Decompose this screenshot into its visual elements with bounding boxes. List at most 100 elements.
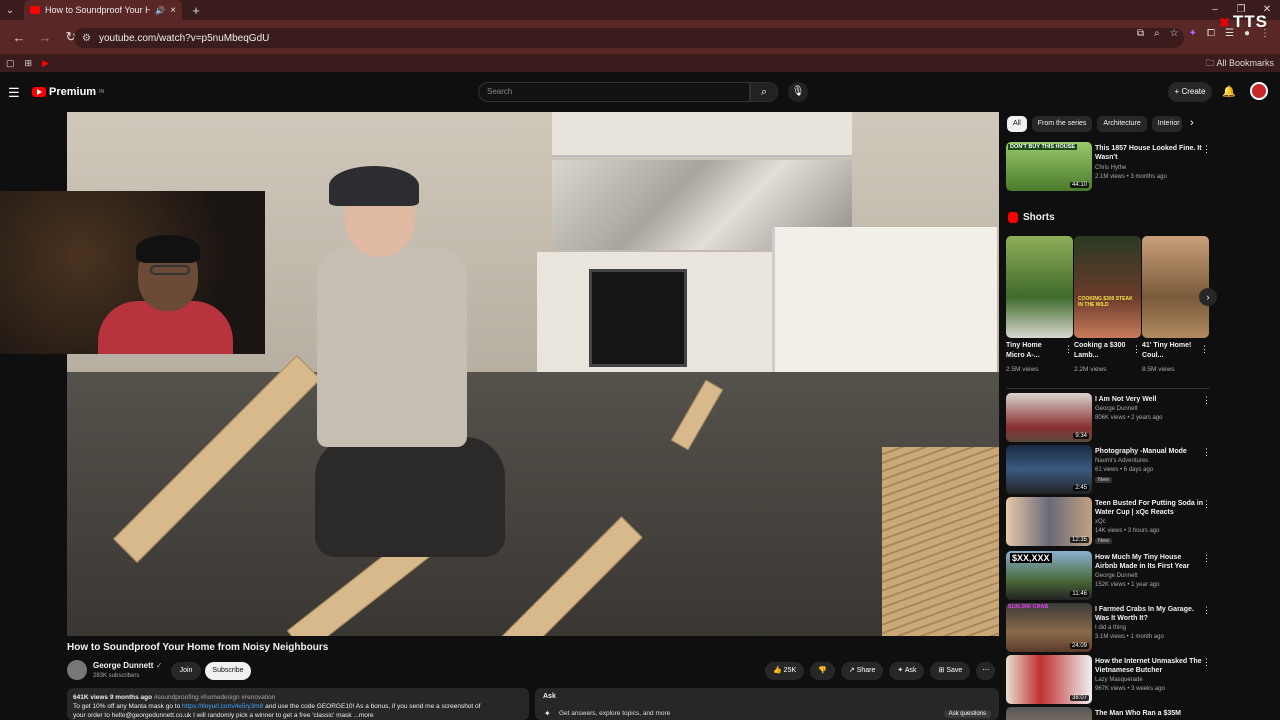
recommended-video[interactable]: DON'T BUY THIS HOUSE 44:10 This 1857 Hou… (1006, 142, 1266, 192)
more-options-icon[interactable]: ⋮ (1132, 344, 1141, 355)
speaker-icon[interactable]: 🔊 (155, 6, 165, 15)
mute-icon: ✖ (1218, 15, 1231, 30)
video-thumbnail (1006, 707, 1092, 720)
recommended-video[interactable]: 38:07 How the Internet Unmasked The Viet… (1006, 655, 1266, 705)
create-button[interactable]: + Create (1168, 82, 1212, 102)
more-actions-button[interactable]: ⋯ (976, 662, 996, 680)
apps-grid-icon[interactable]: ⊞ (25, 58, 33, 69)
share-button[interactable]: ↗ Share (840, 662, 884, 680)
subscribe-button[interactable]: Subscribe (205, 662, 251, 680)
all-bookmarks[interactable]: 🗀 All Bookmarks (1205, 54, 1274, 72)
site-info-icon[interactable]: ⚙ (82, 33, 91, 44)
more-icon: ⋯ (982, 667, 990, 674)
more-options-icon[interactable]: ⋮ (1202, 553, 1211, 564)
video-scene-plank-stack (882, 447, 999, 636)
tab-close-icon[interactable]: × (170, 5, 176, 16)
video-scene-floor (67, 372, 999, 636)
back-icon[interactable]: ← (6, 30, 32, 45)
more-options-icon[interactable]: ⋮ (1202, 499, 1211, 510)
video-duration: 9:34 (1073, 433, 1089, 439)
new-tab-button[interactable]: + (186, 3, 206, 18)
channel-avatar[interactable] (67, 660, 87, 680)
search-input[interactable]: Search (478, 82, 750, 102)
short-item[interactable]: COOKING $300 STEAK IN THE WILD Cooking a… (1074, 236, 1141, 373)
description-hashtags[interactable]: #soundproofing #homedesign #renovation (154, 694, 275, 701)
recommended-video[interactable]: 12:35 Teen Busted For Putting Soda in Wa… (1006, 497, 1266, 547)
channel-name: George Dunnett (1095, 406, 1138, 412)
video-duration: 38:07 (1069, 695, 1089, 701)
channel-name: George Dunnett (1095, 573, 1138, 579)
account-avatar[interactable] (1250, 82, 1268, 100)
voice-search-button[interactable]: 🎙 (788, 82, 808, 102)
channel-name[interactable]: George Dunnett ✓ (93, 661, 162, 670)
ask-button[interactable]: ✦ Ask (889, 662, 925, 680)
ask-label: Ask (904, 667, 917, 674)
more-options-icon[interactable]: ⋮ (1202, 144, 1211, 155)
short-item[interactable]: 41' Tiny Home! Coul... 8.5M views ⋮ (1142, 236, 1209, 373)
more-options-icon[interactable]: ⋮ (1202, 395, 1211, 406)
extension-icon[interactable]: ✦ (1189, 28, 1197, 39)
channel-name: xQc (1095, 519, 1106, 525)
more-options-icon[interactable]: ⋮ (1202, 605, 1211, 616)
more-options-icon[interactable]: ⋮ (1064, 344, 1073, 355)
youtube-header: ☰ Premium IN Search ⌕ 🎙 + Create 🔔 (0, 72, 1280, 112)
recommended-video[interactable]: 2:45 Photography -Manual Mode Naomi's Ad… (1006, 445, 1266, 495)
short-thumbnail: COOKING $300 STEAK IN THE WILD (1074, 236, 1141, 338)
cast-icon[interactable]: ⧉ (1137, 28, 1144, 39)
notifications-bell-icon[interactable]: 🔔 (1222, 85, 1236, 98)
chip-from-series[interactable]: From the series (1031, 116, 1093, 132)
video-thumbnail: 9:34 (1006, 393, 1092, 442)
video-title: The Man Who Ran a $35M (1095, 710, 1181, 717)
extensions-puzzle-icon[interactable]: ⧠ (1207, 28, 1215, 39)
more-options-icon[interactable]: ⋮ (1202, 447, 1211, 458)
share-icon: ↗ (848, 667, 855, 674)
more-options-icon[interactable]: ⋮ (1202, 657, 1211, 668)
sparkle-icon: ✦ (897, 667, 904, 674)
join-button[interactable]: Join (171, 662, 201, 680)
bookmark-star-icon[interactable]: ☆ (1170, 28, 1179, 39)
short-item[interactable]: Tiny Home Micro A-... 2.5M views ⋮ (1006, 236, 1073, 373)
video-duration: 12:35 (1069, 537, 1089, 543)
video-thumbnail: $100,000 CRAB 24:09 (1006, 603, 1092, 652)
video-title: How to Soundproof Your Home from Noisy N… (67, 642, 329, 653)
channel-name: Naomi's Adventures (1095, 458, 1149, 464)
tab-search-icon[interactable]: ⌄ (0, 0, 20, 20)
zoom-icon[interactable]: ⌕ (1154, 28, 1160, 39)
video-duration: 2:45 (1073, 485, 1089, 491)
url-bar[interactable]: ⚙ youtube.com/watch?v=p5nuMbeqGdU (74, 28, 1184, 48)
forward-icon[interactable]: → (32, 30, 58, 45)
bookmark-page-icon[interactable]: ▢ (6, 58, 15, 69)
youtube-premium-logo[interactable]: Premium IN (32, 86, 104, 98)
search-button[interactable]: ⌕ (750, 82, 778, 102)
youtube-bookmark-icon[interactable]: ▶ (42, 58, 49, 69)
shorts-next-button[interactable]: › (1199, 288, 1217, 306)
save-button[interactable]: ⊞ Save (930, 662, 971, 680)
logo-text: Premium (49, 86, 97, 98)
tts-text: TTS (1232, 12, 1268, 31)
chip-interior[interactable]: Interior (1151, 116, 1182, 132)
browser-tab[interactable]: How to Soundproof Your H 🔊 × (24, 0, 182, 20)
recommended-video[interactable]: The Man Who Ran a $35M (1006, 707, 1266, 720)
recommended-video[interactable]: 9:34 I Am Not Very Well George Dunnett 8… (1006, 393, 1266, 443)
video-thumbnail: 38:07 (1006, 655, 1092, 704)
like-button[interactable]: 👍 25K (765, 662, 805, 680)
ask-questions-button[interactable]: Ask questions (943, 710, 991, 718)
description-box[interactable]: 641K views 9 months ago #soundproofing #… (67, 688, 529, 720)
save-icon: ⊞ (938, 667, 945, 674)
recommended-video[interactable]: $XX,XXX 11:46 How Much My Tiny House Air… (1006, 551, 1266, 601)
recommended-video[interactable]: $100,000 CRAB 24:09 I Farmed Crabs In My… (1006, 603, 1266, 653)
chip-all[interactable]: All (1007, 116, 1027, 132)
more-options-icon[interactable]: ⋮ (1200, 344, 1209, 355)
shorts-heading-text: Shorts (1023, 212, 1055, 223)
short-thumbnail (1006, 236, 1073, 338)
mic-icon: 🎙 (791, 86, 805, 97)
hamburger-menu-icon[interactable]: ☰ (8, 85, 20, 101)
dislike-button[interactable]: 👎 (810, 662, 835, 680)
video-duration: 24:09 (1069, 643, 1089, 649)
thumbnail-text: $XX,XXX (1010, 553, 1052, 563)
description-link[interactable]: https://tinyurl.com/4x5ry3m8 (182, 703, 263, 710)
chevron-right-icon[interactable]: › (1190, 117, 1194, 129)
chip-architecture[interactable]: Architecture (1097, 116, 1147, 132)
thumbnail-text: DON'T BUY THIS HOUSE (1008, 144, 1078, 150)
short-thumbnail-text: COOKING $300 STEAK IN THE WILD (1078, 296, 1133, 308)
